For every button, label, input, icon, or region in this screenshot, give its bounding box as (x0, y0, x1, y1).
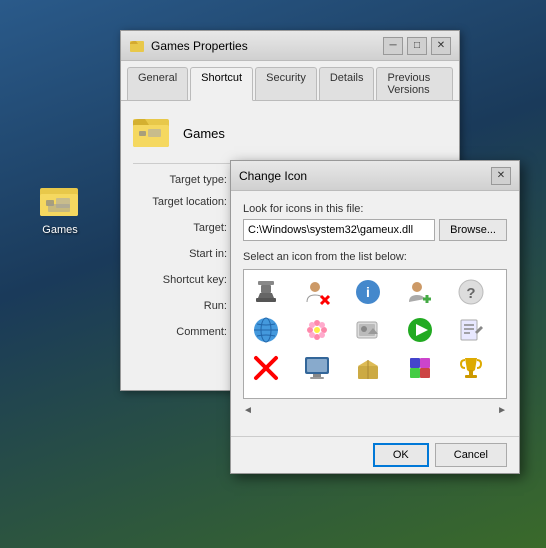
tab-previous-versions[interactable]: Previous Versions (376, 67, 453, 100)
games-folder-icon-large (40, 180, 80, 220)
icon-earth[interactable] (248, 312, 284, 348)
app-name: Games (183, 126, 225, 141)
svg-text:?: ? (466, 285, 475, 302)
target-location-label: Target location: (133, 196, 233, 208)
tab-details[interactable]: Details (319, 67, 375, 100)
properties-title: Games Properties (151, 39, 248, 53)
properties-titlebar: Games Properties ─ □ ✕ (121, 31, 459, 61)
properties-window-icon (129, 38, 145, 54)
icons-grid: i ? (248, 274, 502, 386)
change-icon-dialog: Change Icon ✕ Look for icons in this fil… (230, 160, 520, 474)
start-in-label: Start in: (133, 248, 233, 260)
maximize-button[interactable]: □ (407, 37, 427, 55)
ok-button[interactable]: OK (373, 443, 429, 467)
dialog-title: Change Icon (239, 169, 307, 183)
icon-play[interactable] (402, 312, 438, 348)
dialog-close-button[interactable]: ✕ (491, 167, 511, 185)
cancel-button[interactable]: Cancel (435, 443, 507, 467)
app-info-row: Games (133, 113, 447, 164)
icon-trophy[interactable] (453, 350, 489, 386)
titlebar-left: Games Properties (129, 38, 248, 54)
minimize-button[interactable]: ─ (383, 37, 403, 55)
tab-shortcut[interactable]: Shortcut (190, 67, 253, 101)
icons-grid-container[interactable]: i ? (243, 269, 507, 399)
icons-label: Select an icon from the list below: (243, 251, 507, 263)
app-icon (133, 113, 173, 153)
icon-photos[interactable] (350, 312, 386, 348)
icon-delete[interactable] (248, 350, 284, 386)
icon-question[interactable]: ? (453, 274, 489, 310)
browse-button[interactable]: Browse... (439, 219, 507, 241)
icon-flowers[interactable] (299, 312, 335, 348)
desktop-icon-label: Games (42, 224, 77, 236)
icon-user-delete[interactable] (299, 274, 335, 310)
close-button[interactable]: ✕ (431, 37, 451, 55)
dialog-content: Look for icons in this file: Browse... S… (231, 191, 519, 436)
dialog-buttons: OK Cancel (231, 436, 519, 473)
comment-label: Comment: (133, 326, 233, 338)
desktop-icon-games[interactable]: Games (30, 180, 90, 236)
svg-text:i: i (366, 284, 370, 300)
file-input-row: Browse... (243, 219, 507, 241)
icon-chess[interactable] (248, 274, 284, 310)
target-label: Target: (133, 222, 233, 234)
icon-info[interactable]: i (350, 274, 386, 310)
dialog-titlebar: Change Icon ✕ (231, 161, 519, 191)
tabs-bar: General Shortcut Security Details Previo… (121, 61, 459, 101)
icon-monitor[interactable] (299, 350, 335, 386)
file-label: Look for icons in this file: (243, 203, 507, 215)
scroll-right-arrow[interactable]: ► (497, 405, 507, 416)
titlebar-controls: ─ □ ✕ (383, 37, 451, 55)
icon-edit[interactable] (453, 312, 489, 348)
shortcut-key-label: Shortcut key: (133, 274, 233, 286)
tab-security[interactable]: Security (255, 67, 317, 100)
scrollbar-hint: ◄ ► (243, 403, 507, 418)
scroll-left-arrow[interactable]: ◄ (243, 405, 253, 416)
tab-general[interactable]: General (127, 67, 188, 100)
icon-puzzle[interactable] (402, 350, 438, 386)
run-label: Run: (133, 300, 233, 312)
file-path-input[interactable] (243, 219, 435, 241)
icon-box[interactable] (350, 350, 386, 386)
icon-user-add[interactable] (402, 274, 438, 310)
target-type-label: Target type: (133, 174, 233, 186)
